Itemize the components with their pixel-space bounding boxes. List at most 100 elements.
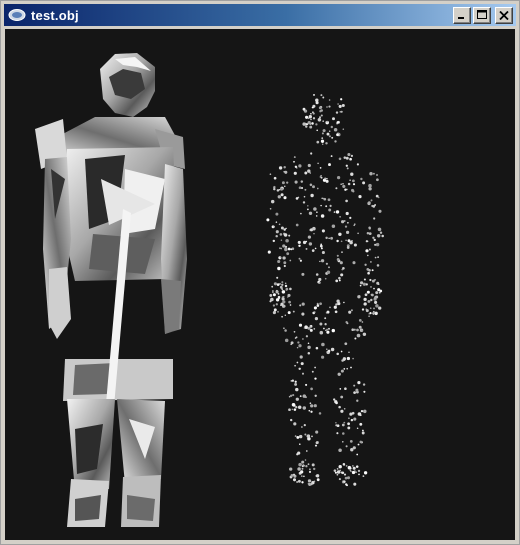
- point-cloud-vertex: [303, 423, 306, 427]
- point-cloud-vertex: [308, 483, 312, 486]
- point-cloud-vertex: [309, 468, 311, 471]
- app-window-icon[interactable]: [7, 7, 27, 23]
- maximize-button[interactable]: [473, 6, 491, 24]
- point-cloud-vertex: [293, 473, 295, 476]
- point-cloud-vertex: [379, 231, 383, 234]
- point-cloud-vertex: [301, 312, 305, 316]
- point-cloud-vertex: [352, 465, 354, 467]
- point-cloud-vertex: [346, 476, 351, 480]
- title-bar[interactable]: test.obj: [4, 4, 516, 26]
- point-cloud-vertex: [343, 480, 346, 483]
- point-cloud-vertex: [271, 290, 274, 292]
- point-cloud-vertex: [371, 269, 374, 272]
- point-cloud-vertex: [313, 306, 317, 310]
- point-cloud-vertex: [370, 261, 372, 263]
- point-cloud-vertex: [323, 327, 325, 330]
- point-cloud-vertex: [305, 450, 308, 452]
- point-cloud-vertex: [289, 394, 293, 398]
- point-cloud-vertex: [320, 259, 325, 263]
- point-cloud-vertex: [277, 293, 280, 295]
- point-cloud-vertex: [375, 304, 379, 308]
- point-cloud-vertex: [304, 396, 307, 399]
- point-cloud-vertex: [270, 199, 275, 204]
- point-cloud-vertex: [275, 290, 279, 294]
- point-cloud-vertex: [328, 130, 331, 132]
- point-cloud-vertex: [338, 232, 342, 237]
- point-cloud-vertex: [302, 122, 306, 126]
- point-cloud-vertex: [299, 395, 302, 397]
- point-cloud-vertex: [319, 322, 323, 326]
- point-cloud-vertex: [331, 136, 334, 139]
- point-cloud-vertex: [304, 171, 308, 175]
- point-cloud-vertex: [331, 224, 336, 228]
- point-cloud-vertex: [284, 170, 288, 174]
- point-cloud-vertex: [353, 391, 356, 394]
- point-cloud-vertex: [318, 277, 322, 282]
- point-cloud-vertex: [381, 234, 384, 238]
- point-cloud-vertex: [299, 443, 301, 445]
- point-cloud-vertex: [328, 99, 331, 101]
- point-cloud-vertex: [279, 233, 283, 236]
- point-cloud-vertex: [352, 183, 356, 186]
- point-cloud-vertex: [340, 273, 344, 277]
- point-cloud-vertex: [293, 408, 297, 411]
- point-cloud-vertex: [319, 302, 322, 306]
- point-cloud-vertex: [354, 337, 357, 340]
- point-cloud-vertex: [347, 246, 349, 248]
- point-cloud-vertex: [376, 178, 379, 182]
- point-cloud-vertex: [308, 115, 312, 119]
- point-cloud-vertex: [303, 195, 306, 198]
- point-cloud-vertex: [353, 224, 356, 227]
- point-cloud-vertex: [326, 106, 328, 108]
- point-cloud-vertex: [302, 107, 306, 111]
- point-cloud-vertex: [305, 383, 308, 386]
- point-cloud-vertex: [285, 239, 289, 243]
- point-cloud-vertex: [335, 279, 339, 283]
- point-cloud-vertex: [297, 405, 302, 410]
- point-cloud-vertex: [346, 367, 348, 370]
- point-cloud-vertex: [309, 125, 313, 129]
- point-cloud-vertex: [280, 226, 284, 230]
- point-cloud-vertex: [333, 128, 338, 132]
- point-cloud-vertex: [277, 310, 279, 313]
- point-cloud-vertex: [334, 471, 337, 474]
- point-cloud-vertex: [351, 328, 355, 332]
- point-cloud-vertex: [347, 152, 351, 157]
- point-cloud-vertex: [363, 409, 367, 414]
- point-cloud-vertex: [336, 258, 340, 261]
- point-cloud-vertex: [330, 236, 334, 240]
- point-cloud-vertex: [299, 304, 302, 307]
- point-cloud-vertex: [310, 118, 312, 121]
- minimize-button[interactable]: [453, 6, 471, 24]
- point-cloud-vertex: [345, 320, 348, 324]
- point-cloud-vertex: [349, 179, 351, 182]
- point-cloud-vertex: [333, 398, 336, 401]
- point-cloud-vertex: [289, 467, 293, 471]
- 3d-viewport[interactable]: [5, 29, 515, 540]
- point-cloud-vertex: [310, 152, 313, 155]
- point-cloud-vertex: [313, 404, 317, 408]
- point-cloud-vertex: [272, 311, 276, 315]
- point-cloud-vertex: [363, 302, 367, 306]
- close-button[interactable]: [495, 6, 513, 24]
- point-cloud-vertex: [308, 470, 312, 473]
- point-cloud-vertex: [363, 297, 367, 302]
- point-cloud-vertex: [376, 234, 381, 238]
- point-cloud-vertex: [334, 400, 338, 404]
- point-cloud-vertex: [320, 114, 323, 117]
- point-cloud-vertex: [278, 223, 281, 226]
- point-cloud-vertex: [308, 211, 313, 216]
- point-cloud-vertex: [373, 217, 376, 220]
- point-cloud-vertex: [318, 116, 322, 119]
- point-cloud-vertex: [349, 157, 352, 161]
- point-cloud-vertex: [292, 478, 297, 482]
- point-cloud-vertex: [279, 187, 284, 191]
- point-cloud-vertex: [316, 187, 319, 190]
- point-cloud-vertex: [298, 186, 302, 190]
- point-cloud-vertex: [276, 276, 279, 279]
- point-cloud-vertex: [296, 435, 300, 439]
- point-cloud-vertex: [342, 184, 346, 188]
- point-cloud-vertex: [294, 364, 296, 367]
- point-cloud-vertex: [275, 303, 278, 306]
- point-cloud-vertex: [284, 314, 287, 316]
